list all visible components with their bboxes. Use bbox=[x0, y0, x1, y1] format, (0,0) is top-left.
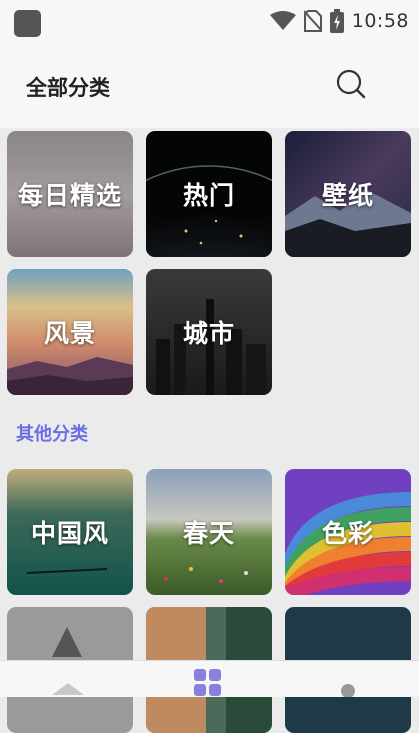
category-grid-icon bbox=[194, 669, 221, 696]
no-sim-icon bbox=[303, 10, 322, 32]
page-header: 全部分类 bbox=[0, 46, 419, 128]
section-title-other: 其他分类 bbox=[16, 424, 88, 445]
status-bar: 10:58 bbox=[0, 0, 419, 46]
search-button[interactable] bbox=[333, 66, 369, 102]
card-label: 每日精选 bbox=[17, 181, 122, 210]
battery-icon bbox=[329, 9, 344, 33]
category-card-color[interactable]: 色彩 bbox=[285, 469, 411, 595]
nav-home[interactable] bbox=[48, 675, 88, 701]
category-card-landscape[interactable]: 风景 bbox=[7, 269, 133, 395]
card-label: 城市 bbox=[182, 319, 235, 348]
wifi-icon bbox=[269, 11, 296, 30]
card-label: 热门 bbox=[182, 181, 235, 210]
bottom-nav bbox=[0, 660, 419, 698]
home-icon bbox=[52, 683, 84, 695]
card-label: 中国风 bbox=[30, 519, 109, 548]
card-label: 色彩 bbox=[321, 519, 374, 548]
profile-icon bbox=[341, 684, 355, 698]
card-label: 春天 bbox=[182, 519, 235, 548]
card-label: 风景 bbox=[43, 319, 96, 348]
category-card-popular[interactable]: 热门 bbox=[146, 131, 272, 257]
nav-profile[interactable] bbox=[333, 681, 363, 701]
card-label: 壁纸 bbox=[321, 181, 374, 210]
search-icon bbox=[336, 69, 366, 99]
app-icon bbox=[14, 10, 41, 37]
category-card-city[interactable]: 城市 bbox=[146, 269, 272, 395]
category-card-chinese-style[interactable]: 中国风 bbox=[7, 469, 133, 595]
status-time: 10:58 bbox=[351, 10, 409, 32]
category-card-wallpaper[interactable]: 壁纸 bbox=[285, 131, 411, 257]
page-title: 全部分类 bbox=[26, 76, 110, 100]
category-card-daily-picks[interactable]: 每日精选 bbox=[7, 131, 133, 257]
category-card-spring[interactable]: 春天 bbox=[146, 469, 272, 595]
